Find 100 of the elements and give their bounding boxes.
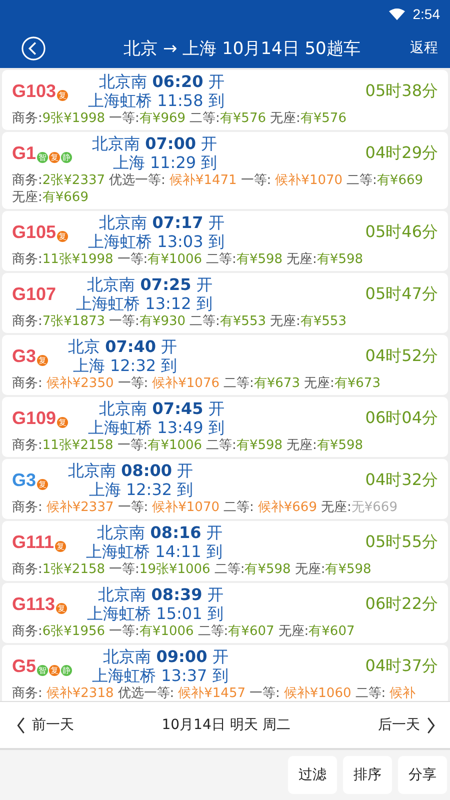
departure-info: 北京南 08:00 开 [68, 461, 194, 480]
seat-class: 商务: [12, 500, 42, 515]
seat-availability: 有¥607 [308, 624, 355, 639]
arrival-info: 上海虹桥 13:12 到 [76, 294, 212, 313]
seat-class: 无座: [304, 376, 334, 391]
train-type-badge: 复 [55, 540, 66, 552]
train-number: G113 [12, 594, 56, 614]
next-day-button[interactable]: 后一天 [374, 712, 440, 738]
seat-class: 无座: [294, 562, 326, 577]
train-type-badge: 复 [57, 416, 68, 428]
departure-info: 北京南 07:45 开 [99, 399, 224, 418]
train-type-badge: 静 [61, 664, 72, 676]
seat-availability: 有¥598 [236, 438, 283, 453]
seat-availability: 候补¥2350 [46, 376, 114, 391]
train-card[interactable]: G111 复 北京南 08:16 开 上海虹桥 14:11 到 05时55分 商务:1张¥2158 一等:19张¥1006 二等:有¥598 无座:有¥598 [2, 521, 448, 581]
seat-class: 二等: [355, 686, 386, 701]
train-card[interactable]: G107 北京南 07:25 开 上海虹桥 13:12 到 05时47分 商务:7张¥1873 一等:有¥930 二等:有¥553 无座:有¥553 [2, 273, 448, 333]
seat-availability: 6张¥1956 [42, 624, 106, 639]
train-number: G105 [12, 222, 56, 242]
train-card[interactable]: G5 智 复 静 北京南 09:00 开 上海虹桥 13:37 到 04时37分 商务: 候补¥2318 优选一等: 候补¥1457 一等: 候补¥1060 二等: 候补 [2, 645, 448, 701]
train-number: G1 [12, 142, 36, 164]
arrival-info: 上海 11:29 到 [112, 153, 218, 172]
seat-availability: 候补¥1076 [152, 376, 220, 391]
arrival-info: 上海 12:32 到 [88, 480, 194, 499]
departure-info: 北京南 09:00 开 [103, 647, 228, 666]
travel-duration: 04时32分 [365, 470, 438, 490]
seat-availability: 有¥1006 [148, 252, 202, 267]
seat-availability: 候补¥1070 [275, 173, 343, 188]
train-card[interactable]: G105 复 北京南 07:17 开 上海虹桥 13:03 到 05时46分 商务:11张¥1998 一等:有¥1006 二等:有¥598 无座:有¥598 [2, 211, 448, 271]
arrival-info: 上海虹桥 13:37 到 [92, 666, 228, 685]
clock-time: 2:54 [412, 6, 440, 22]
train-card[interactable]: G109 复 北京南 07:45 开 上海虹桥 13:49 到 06时04分 商务:11张¥2158 一等:有¥1006 二等:有¥598 无座:有¥598 [2, 397, 448, 457]
seat-class: 商务: [12, 438, 42, 453]
train-card[interactable]: G103 复 北京南 06:20 开 上海虹桥 11:58 到 05时38分 商务:9张¥1998 一等:有¥969 二等:有¥576 无座:有¥576 [2, 70, 448, 130]
train-type-badge: 静 [61, 152, 72, 162]
train-number: G5 [12, 656, 36, 676]
action-button[interactable]: 排序 [343, 756, 392, 794]
seat-availability: 有¥598 [316, 438, 364, 453]
seat-class: 一等: [117, 252, 148, 267]
train-type-badge: 复 [57, 90, 68, 100]
seat-class: 无座: [286, 438, 317, 453]
train-card[interactable]: G113 复 北京南 08:39 开 上海虹桥 15:01 到 06时22分 商务:6张¥1956 一等:有¥1006 二等:有¥607 无座:有¥607 [2, 583, 448, 643]
seat-class: 商务: [12, 111, 42, 126]
seat-class: 优选一等: [118, 686, 174, 701]
seat-availability: 候补¥2318 [46, 686, 114, 701]
seat-class: 商务: [12, 686, 42, 701]
action-button[interactable]: 分享 [398, 756, 447, 794]
train-number: G107 [12, 284, 56, 304]
seat-availability: 有¥969 [139, 111, 186, 126]
action-button[interactable]: 过滤 [288, 756, 337, 794]
return-trip-button[interactable]: 返程 [408, 35, 440, 61]
seat-class: 商务: [12, 252, 42, 267]
train-type-badge: 复 [37, 478, 48, 490]
seat-class: 二等: [224, 500, 254, 515]
arrival-info: 上海虹桥 14:11 到 [86, 542, 222, 561]
train-card[interactable]: G1 智 复 静 北京南 07:00 开 上海 11:29 到 04时29分 商务:2张¥2337 优选一等: 候补¥1471 一等: 候补¥1070 二等:有¥669 无座:有¥669 [2, 132, 448, 209]
seat-availability: 有¥576 [220, 111, 266, 126]
seat-availability: 有¥930 [139, 314, 186, 329]
seat-class: 二等: [198, 624, 228, 639]
travel-duration: 05时47分 [365, 284, 438, 304]
arrival-info: 上海 12:32 到 [72, 356, 178, 375]
current-date[interactable]: 10月14日 明天 周二 [162, 716, 290, 734]
travel-duration: 05时55分 [365, 532, 438, 552]
seat-availability: 有¥669 [376, 173, 424, 188]
seat-class: 无座: [12, 190, 42, 205]
departure-info: 北京南 07:25 开 [87, 275, 212, 294]
seat-availability: 有¥598 [325, 562, 372, 577]
seat-class: 优选一等: [109, 173, 166, 188]
seat-class: 商务: [12, 562, 42, 577]
train-type-badge: 智 [37, 664, 48, 676]
travel-duration: 06时22分 [365, 594, 438, 614]
train-number: G3 [12, 470, 36, 490]
train-type-badge: 复 [57, 230, 68, 242]
seat-class: 二等: [346, 173, 377, 188]
seat-availability: 有¥598 [236, 252, 283, 267]
seat-availability: 无¥669 [351, 500, 398, 515]
seat-class: 二等: [214, 562, 245, 577]
seat-availability: 1张¥2158 [42, 562, 106, 577]
chevron-left-icon [16, 716, 26, 734]
seat-class: 无座: [278, 624, 309, 639]
departure-info: 北京南 07:00 开 [92, 134, 218, 153]
seat-class: 一等: [118, 376, 148, 391]
seat-class: 商务: [12, 314, 42, 329]
seat-availability: 有¥598 [316, 252, 364, 267]
train-card[interactable]: G3 复 北京南 08:00 开 上海 12:32 到 04时32分 商务: 候补¥2337 一等: 候补¥1070 二等: 候补¥669 无座:无¥669 [2, 459, 448, 519]
train-number: G109 [12, 408, 56, 428]
seat-availability: 19张¥1006 [139, 562, 210, 577]
seat-availability: 有¥673 [334, 376, 380, 391]
seat-class: 商务: [12, 624, 42, 639]
back-icon[interactable] [21, 36, 46, 60]
seat-class: 一等: [109, 624, 140, 639]
travel-duration: 04时37分 [365, 656, 438, 676]
seat-class: 一等: [117, 438, 148, 453]
previous-day-button[interactable]: 前一天 [12, 712, 78, 738]
seat-availability: 候补 [390, 686, 416, 701]
train-card[interactable]: G3 复 北京 07:40 开 上海 12:32 到 04时52分 商务: 候补¥2350 一等: 候补¥1076 二等:有¥673 无座:有¥673 [2, 335, 448, 395]
seat-availability: 有¥1006 [148, 438, 202, 453]
seat-class: 二等: [206, 252, 236, 267]
seat-availability: 有¥553 [300, 314, 346, 329]
seat-availability: 7张¥1873 [42, 314, 106, 329]
